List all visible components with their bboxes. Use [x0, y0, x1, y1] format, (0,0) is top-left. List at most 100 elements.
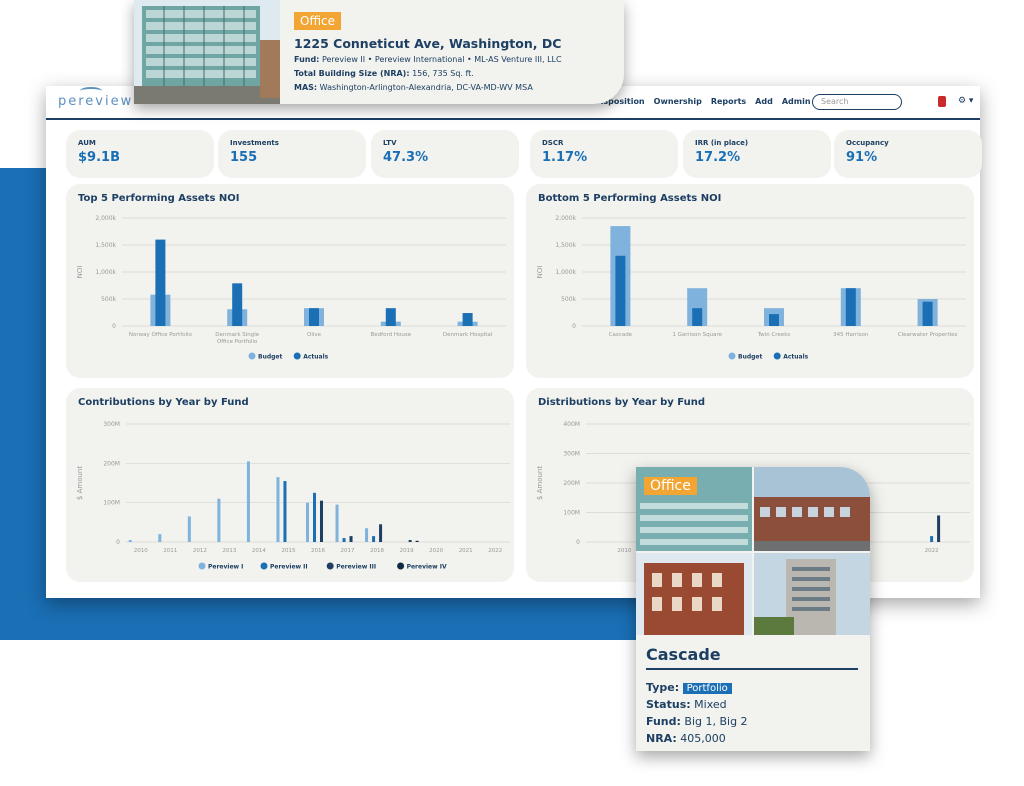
property-mas: MAS: Washington-Arlington-Alexandria, DC…	[294, 83, 533, 92]
portfolio-title: Cascade	[646, 645, 721, 664]
x-tick-label: Cascade	[609, 332, 633, 338]
property-fund: Fund: Pereview II • Pereview Internation…	[294, 55, 562, 64]
property-card[interactable]: Office 1225 Conneticut Ave, Washington, …	[134, 0, 624, 104]
legend-label: Pereview III	[336, 564, 376, 571]
portfolio-fund: Fund: Big 1, Big 2	[646, 715, 748, 728]
kpi-label: IRR (in place)	[695, 139, 749, 147]
bar-actuals	[769, 314, 779, 326]
portfolio-card[interactable]: Office Cascade Type: Portfolio Status: M…	[636, 467, 870, 751]
bar-actuals	[615, 255, 626, 326]
nav-ownership[interactable]: Ownership	[654, 97, 702, 106]
y-tick-label: 0	[116, 539, 120, 546]
kpi-value: 17.2%	[695, 150, 741, 165]
bar-pereview-ii	[283, 481, 287, 542]
legend-label: Pereview II	[270, 564, 308, 571]
y-tick-label: 300M	[563, 451, 580, 458]
office-badge: Office	[644, 477, 697, 495]
legend-label: Pereview IV	[407, 564, 447, 571]
legend-label: Actuals	[783, 354, 808, 361]
x-tick-label: Olive	[307, 332, 322, 338]
kpi-occupancy: Occupancy 91%	[834, 130, 982, 178]
mas-label: MAS:	[294, 83, 318, 92]
bottom5-panel: Bottom 5 Performing Assets NOI NOI 2,000k…	[526, 184, 974, 378]
search-input[interactable]: Search	[812, 94, 902, 110]
kpi-value: $9.1B	[78, 150, 120, 165]
bar-actuals	[232, 283, 243, 326]
bar-pereview-ii	[313, 492, 316, 542]
size-label: Total Building Size (NRA):	[294, 69, 410, 78]
x-tick-label: Denmark Hospital	[443, 332, 493, 338]
kpi-irr: IRR (in place) 17.2%	[683, 130, 831, 178]
y-axis-label: $ Amount	[76, 466, 84, 500]
bottom5-chart: NOI 2,000k 1,500k 1,000k 500k 0 Cascade 1 Garri…	[536, 215, 966, 361]
kpi-value: 91%	[846, 150, 878, 165]
bar-pereview-ii	[930, 536, 934, 542]
x-tick-label: 2013	[222, 548, 236, 554]
x-tick-label: 2017	[341, 548, 355, 554]
notification-icon[interactable]	[938, 96, 946, 107]
y-tick-label: 100M	[563, 510, 580, 517]
x-tick-label: 2022	[488, 548, 502, 554]
portfolio-type: Type: Portfolio	[646, 681, 732, 694]
y-tick-label: 0	[576, 539, 580, 546]
bar-pereview-i	[365, 528, 369, 542]
bar-pereview-iv	[415, 540, 419, 542]
x-tick-label: 2020	[429, 548, 443, 554]
logo[interactable]: pereview	[58, 94, 133, 109]
y-tick-label: 1,500k	[555, 242, 576, 249]
x-tick-label: 2014	[252, 548, 266, 554]
x-tick-label: 2021	[459, 548, 473, 554]
portfolio-nra: NRA: 405,000	[646, 732, 726, 745]
bar-actuals	[155, 239, 166, 326]
kpi-ltv: LTV 47.3%	[371, 130, 519, 178]
main-nav: Disposition Ownership Reports Add Admin	[594, 97, 811, 106]
kpi-aum: AUM $9.1B	[66, 130, 214, 178]
contrib-panel: Contributions by Year by Fund $ Amount 30…	[66, 388, 514, 582]
status-value: Mixed	[694, 698, 727, 711]
x-tick-label: Denmark Single	[215, 332, 260, 338]
y-tick-label: 200M	[103, 460, 120, 467]
bar-pereview-iii	[937, 515, 941, 542]
y-tick-label: 1,000k	[95, 269, 116, 276]
status-label: Status:	[646, 698, 691, 711]
legend-swatch	[248, 352, 256, 360]
fund-value: Big 1, Big 2	[684, 715, 748, 728]
y-tick-label: 400M	[563, 421, 580, 428]
gear-icon[interactable]: ⚙ ▾	[958, 96, 973, 106]
x-tick-label: Bedford House	[371, 332, 412, 338]
kpi-value: 47.3%	[383, 150, 429, 165]
kpi-investments: Investments 155	[218, 130, 366, 178]
kpi-label: LTV	[383, 139, 397, 147]
y-tick-label: 100M	[103, 500, 120, 507]
y-tick-label: 200M	[563, 480, 580, 487]
y-tick-label: 2,000k	[95, 215, 116, 222]
nav-add[interactable]: Add	[755, 97, 773, 106]
nav-reports[interactable]: Reports	[711, 97, 746, 106]
fund-label: Fund:	[294, 55, 320, 64]
bar-pereview-i	[306, 502, 309, 542]
bar-pereview-iii	[379, 524, 383, 542]
bar-pereview-i	[246, 461, 250, 542]
office-badge: Office	[294, 12, 342, 30]
bar-actuals	[309, 308, 319, 326]
bar-pereview-iii	[349, 536, 353, 542]
bar-actuals	[462, 313, 473, 326]
bar-actuals	[385, 308, 396, 326]
x-tick-label: Clearwater Properties	[898, 332, 958, 338]
bar-actuals	[845, 288, 856, 326]
x-tick-label: 2010	[617, 548, 631, 554]
kpi-label: Occupancy	[846, 139, 889, 147]
kpi-dscr: DSCR 1.17%	[530, 130, 678, 178]
y-tick-label: 2,000k	[555, 215, 576, 222]
nav-admin[interactable]: Admin	[782, 97, 811, 106]
bar-pereview-ii	[372, 536, 376, 542]
x-tick-label: 2016	[311, 548, 325, 554]
bar-pereview-i	[187, 516, 191, 542]
mas-value: Washington-Arlington-Alexandria, DC-VA-M…	[319, 83, 533, 92]
kpi-value: 155	[230, 150, 258, 165]
x-tick-label: Office Portfolio	[217, 339, 258, 345]
y-tick-label: 1,500k	[95, 242, 116, 249]
kpi-value: 1.17%	[542, 150, 588, 165]
y-tick-label: 500k	[561, 296, 576, 303]
x-tick-label: 2012	[193, 548, 207, 554]
